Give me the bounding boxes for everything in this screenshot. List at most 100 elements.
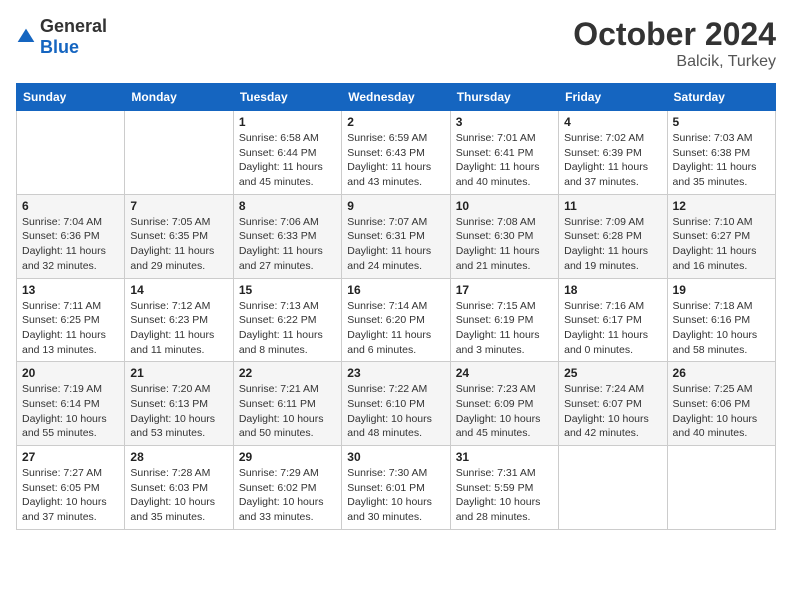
day-number: 7 bbox=[130, 199, 227, 213]
day-info: Sunrise: 7:18 AM Sunset: 6:16 PM Dayligh… bbox=[673, 299, 770, 358]
calendar-cell: 26 Sunrise: 7:25 AM Sunset: 6:06 PM Dayli… bbox=[667, 362, 775, 446]
calendar-cell: 15 Sunrise: 7:13 AM Sunset: 6:22 PM Dayli… bbox=[233, 278, 341, 362]
calendar-cell: 25 Sunrise: 7:24 AM Sunset: 6:07 PM Dayli… bbox=[559, 362, 667, 446]
day-info: Sunrise: 6:58 AM Sunset: 6:44 PM Dayligh… bbox=[239, 131, 336, 190]
day-number: 22 bbox=[239, 366, 336, 380]
weekday-header: Wednesday bbox=[342, 84, 450, 111]
day-number: 16 bbox=[347, 283, 444, 297]
calendar-cell: 4Sunrise: 7:02 AM Sunset: 6:39 PM Daylig… bbox=[559, 111, 667, 195]
calendar-cell: 16 Sunrise: 7:14 AM Sunset: 6:20 PM Dayli… bbox=[342, 278, 450, 362]
logo-text-general: General bbox=[40, 16, 107, 36]
calendar-cell: 6 Sunrise: 7:04 AM Sunset: 6:36 PM Daylig… bbox=[17, 194, 125, 278]
day-info: Sunrise: 7:25 AM Sunset: 6:06 PM Dayligh… bbox=[673, 382, 770, 441]
day-info: Sunrise: 7:09 AM Sunset: 6:28 PM Dayligh… bbox=[564, 215, 661, 274]
day-number: 27 bbox=[22, 450, 119, 464]
weekday-header: Thursday bbox=[450, 84, 558, 111]
day-info: Sunrise: 7:01 AM Sunset: 6:41 PM Dayligh… bbox=[456, 131, 553, 190]
calendar-cell: 19 Sunrise: 7:18 AM Sunset: 6:16 PM Dayli… bbox=[667, 278, 775, 362]
calendar-cell: 28Sunrise: 7:28 AM Sunset: 6:03 PM Dayli… bbox=[125, 446, 233, 530]
day-number: 1 bbox=[239, 115, 336, 129]
day-number: 19 bbox=[673, 283, 770, 297]
day-number: 30 bbox=[347, 450, 444, 464]
calendar-cell: 23 Sunrise: 7:22 AM Sunset: 6:10 PM Dayli… bbox=[342, 362, 450, 446]
calendar-cell bbox=[17, 111, 125, 195]
calendar-week-row: 1 Sunrise: 6:58 AM Sunset: 6:44 PM Daylig… bbox=[17, 111, 776, 195]
logo-text: General Blue bbox=[40, 16, 107, 58]
day-number: 26 bbox=[673, 366, 770, 380]
day-info: Sunrise: 7:22 AM Sunset: 6:10 PM Dayligh… bbox=[347, 382, 444, 441]
calendar-cell: 13Sunrise: 7:11 AM Sunset: 6:25 PM Dayli… bbox=[17, 278, 125, 362]
calendar-cell bbox=[559, 446, 667, 530]
calendar-cell bbox=[667, 446, 775, 530]
day-info: Sunrise: 7:24 AM Sunset: 6:07 PM Dayligh… bbox=[564, 382, 661, 441]
day-number: 12 bbox=[673, 199, 770, 213]
day-number: 2 bbox=[347, 115, 444, 129]
day-number: 6 bbox=[22, 199, 119, 213]
calendar-cell: 11 Sunrise: 7:09 AM Sunset: 6:28 PM Dayli… bbox=[559, 194, 667, 278]
day-info: Sunrise: 7:23 AM Sunset: 6:09 PM Dayligh… bbox=[456, 382, 553, 441]
day-info: Sunrise: 7:29 AM Sunset: 6:02 PM Dayligh… bbox=[239, 466, 336, 525]
calendar-cell: 9Sunrise: 7:07 AM Sunset: 6:31 PM Daylig… bbox=[342, 194, 450, 278]
location-title: Balcik, Turkey bbox=[573, 53, 776, 71]
day-info: Sunrise: 7:21 AM Sunset: 6:11 PM Dayligh… bbox=[239, 382, 336, 441]
day-info: Sunrise: 7:04 AM Sunset: 6:36 PM Dayligh… bbox=[22, 215, 119, 274]
day-info: Sunrise: 7:12 AM Sunset: 6:23 PM Dayligh… bbox=[130, 299, 227, 358]
calendar-cell: 22 Sunrise: 7:21 AM Sunset: 6:11 PM Dayli… bbox=[233, 362, 341, 446]
day-info: Sunrise: 7:14 AM Sunset: 6:20 PM Dayligh… bbox=[347, 299, 444, 358]
weekday-header: Sunday bbox=[17, 84, 125, 111]
calendar-week-row: 20 Sunrise: 7:19 AM Sunset: 6:14 PM Dayli… bbox=[17, 362, 776, 446]
day-number: 3 bbox=[456, 115, 553, 129]
weekday-header: Friday bbox=[559, 84, 667, 111]
day-number: 10 bbox=[456, 199, 553, 213]
day-number: 21 bbox=[130, 366, 227, 380]
day-info: Sunrise: 7:10 AM Sunset: 6:27 PM Dayligh… bbox=[673, 215, 770, 274]
calendar-cell: 12 Sunrise: 7:10 AM Sunset: 6:27 PM Dayli… bbox=[667, 194, 775, 278]
day-info: Sunrise: 7:16 AM Sunset: 6:17 PM Dayligh… bbox=[564, 299, 661, 358]
calendar-week-row: 27Sunrise: 7:27 AM Sunset: 6:05 PM Dayli… bbox=[17, 446, 776, 530]
title-area: October 2024 Balcik, Turkey bbox=[573, 16, 776, 71]
calendar-cell: 5Sunrise: 7:03 AM Sunset: 6:38 PM Daylig… bbox=[667, 111, 775, 195]
calendar-cell: 3 Sunrise: 7:01 AM Sunset: 6:41 PM Daylig… bbox=[450, 111, 558, 195]
day-info: Sunrise: 7:07 AM Sunset: 6:31 PM Dayligh… bbox=[347, 215, 444, 274]
day-info: Sunrise: 7:02 AM Sunset: 6:39 PM Dayligh… bbox=[564, 131, 661, 190]
calendar-cell: 14Sunrise: 7:12 AM Sunset: 6:23 PM Dayli… bbox=[125, 278, 233, 362]
logo: General Blue bbox=[16, 16, 107, 58]
calendar-cell: 21 Sunrise: 7:20 AM Sunset: 6:13 PM Dayli… bbox=[125, 362, 233, 446]
logo-icon bbox=[16, 27, 36, 47]
day-number: 23 bbox=[347, 366, 444, 380]
day-number: 25 bbox=[564, 366, 661, 380]
weekday-header: Saturday bbox=[667, 84, 775, 111]
month-title: October 2024 bbox=[573, 16, 776, 53]
day-number: 13 bbox=[22, 283, 119, 297]
calendar-table: SundayMondayTuesdayWednesdayThursdayFrid… bbox=[16, 83, 776, 530]
logo-text-blue: Blue bbox=[40, 37, 79, 57]
calendar-week-row: 13Sunrise: 7:11 AM Sunset: 6:25 PM Dayli… bbox=[17, 278, 776, 362]
calendar-cell: 18Sunrise: 7:16 AM Sunset: 6:17 PM Dayli… bbox=[559, 278, 667, 362]
weekday-header: Monday bbox=[125, 84, 233, 111]
day-info: Sunrise: 6:59 AM Sunset: 6:43 PM Dayligh… bbox=[347, 131, 444, 190]
day-number: 31 bbox=[456, 450, 553, 464]
day-number: 20 bbox=[22, 366, 119, 380]
day-info: Sunrise: 7:05 AM Sunset: 6:35 PM Dayligh… bbox=[130, 215, 227, 274]
day-info: Sunrise: 7:19 AM Sunset: 6:14 PM Dayligh… bbox=[22, 382, 119, 441]
page-header: General Blue October 2024 Balcik, Turkey bbox=[16, 16, 776, 71]
day-info: Sunrise: 7:03 AM Sunset: 6:38 PM Dayligh… bbox=[673, 131, 770, 190]
calendar-cell: 10 Sunrise: 7:08 AM Sunset: 6:30 PM Dayli… bbox=[450, 194, 558, 278]
day-info: Sunrise: 7:15 AM Sunset: 6:19 PM Dayligh… bbox=[456, 299, 553, 358]
day-number: 24 bbox=[456, 366, 553, 380]
calendar-cell: 24 Sunrise: 7:23 AM Sunset: 6:09 PM Dayli… bbox=[450, 362, 558, 446]
day-number: 17 bbox=[456, 283, 553, 297]
day-number: 11 bbox=[564, 199, 661, 213]
day-info: Sunrise: 7:20 AM Sunset: 6:13 PM Dayligh… bbox=[130, 382, 227, 441]
calendar-cell: 8Sunrise: 7:06 AM Sunset: 6:33 PM Daylig… bbox=[233, 194, 341, 278]
day-info: Sunrise: 7:13 AM Sunset: 6:22 PM Dayligh… bbox=[239, 299, 336, 358]
day-info: Sunrise: 7:30 AM Sunset: 6:01 PM Dayligh… bbox=[347, 466, 444, 525]
day-info: Sunrise: 7:06 AM Sunset: 6:33 PM Dayligh… bbox=[239, 215, 336, 274]
day-info: Sunrise: 7:08 AM Sunset: 6:30 PM Dayligh… bbox=[456, 215, 553, 274]
calendar-cell: 29Sunrise: 7:29 AM Sunset: 6:02 PM Dayli… bbox=[233, 446, 341, 530]
day-info: Sunrise: 7:31 AM Sunset: 5:59 PM Dayligh… bbox=[456, 466, 553, 525]
calendar-cell: 17 Sunrise: 7:15 AM Sunset: 6:19 PM Dayli… bbox=[450, 278, 558, 362]
calendar-cell: 30 Sunrise: 7:30 AM Sunset: 6:01 PM Dayli… bbox=[342, 446, 450, 530]
day-number: 15 bbox=[239, 283, 336, 297]
calendar-cell: 31 Sunrise: 7:31 AM Sunset: 5:59 PM Dayli… bbox=[450, 446, 558, 530]
